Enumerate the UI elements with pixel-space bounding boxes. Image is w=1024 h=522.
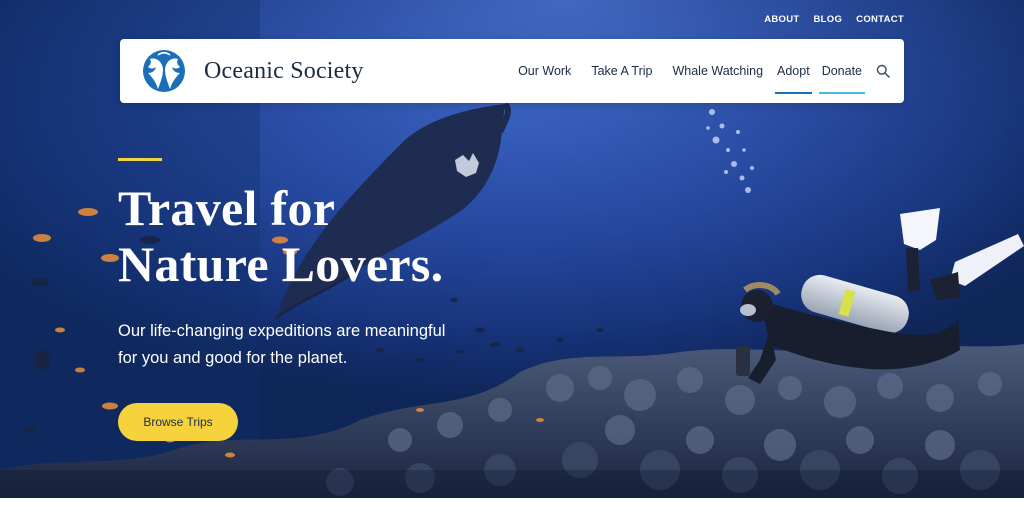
hero-section: ABOUT BLOG CONTACT Oceanic Society Our W…	[0, 0, 1024, 498]
hero-title: Travel for Nature Lovers.	[118, 180, 443, 292]
contact-link[interactable]: CONTACT	[856, 14, 904, 25]
nav-item-adopt[interactable]: Adopt	[775, 58, 812, 94]
page-bottom-strip	[0, 498, 1024, 522]
about-link[interactable]: ABOUT	[764, 14, 799, 25]
home-logo-link[interactable]: Oceanic Society	[136, 48, 364, 94]
hero-subtitle-line-2: for you and good for the planet.	[118, 349, 348, 367]
nav-item-whale-watching[interactable]: Whale Watching	[672, 58, 763, 84]
hero-subtitle: Our life-changing expeditions are meanin…	[118, 318, 478, 372]
nav-item-our-work[interactable]: Our Work	[518, 58, 571, 84]
main-nav: Our Work Take A Trip Whale Watching Adop…	[518, 39, 890, 103]
site-header: Oceanic Society Our Work Take A Trip Wha…	[120, 39, 904, 103]
dolphins-logo-icon	[143, 50, 185, 92]
nav-item-take-a-trip[interactable]: Take A Trip	[591, 58, 652, 84]
hero-title-line-1: Travel for	[118, 180, 336, 236]
title-accent-line	[118, 158, 162, 161]
hero-subtitle-line-1: Our life-changing expeditions are meanin…	[118, 322, 446, 340]
search-icon[interactable]	[876, 64, 890, 78]
site-logo-text: Oceanic Society	[204, 57, 364, 84]
utility-nav: ABOUT BLOG CONTACT	[764, 14, 904, 25]
hero-title-line-2: Nature Lovers.	[118, 236, 444, 292]
browse-trips-button[interactable]: Browse Trips	[118, 403, 238, 441]
nav-item-donate[interactable]: Donate	[818, 58, 866, 94]
blog-link[interactable]: BLOG	[814, 14, 843, 25]
